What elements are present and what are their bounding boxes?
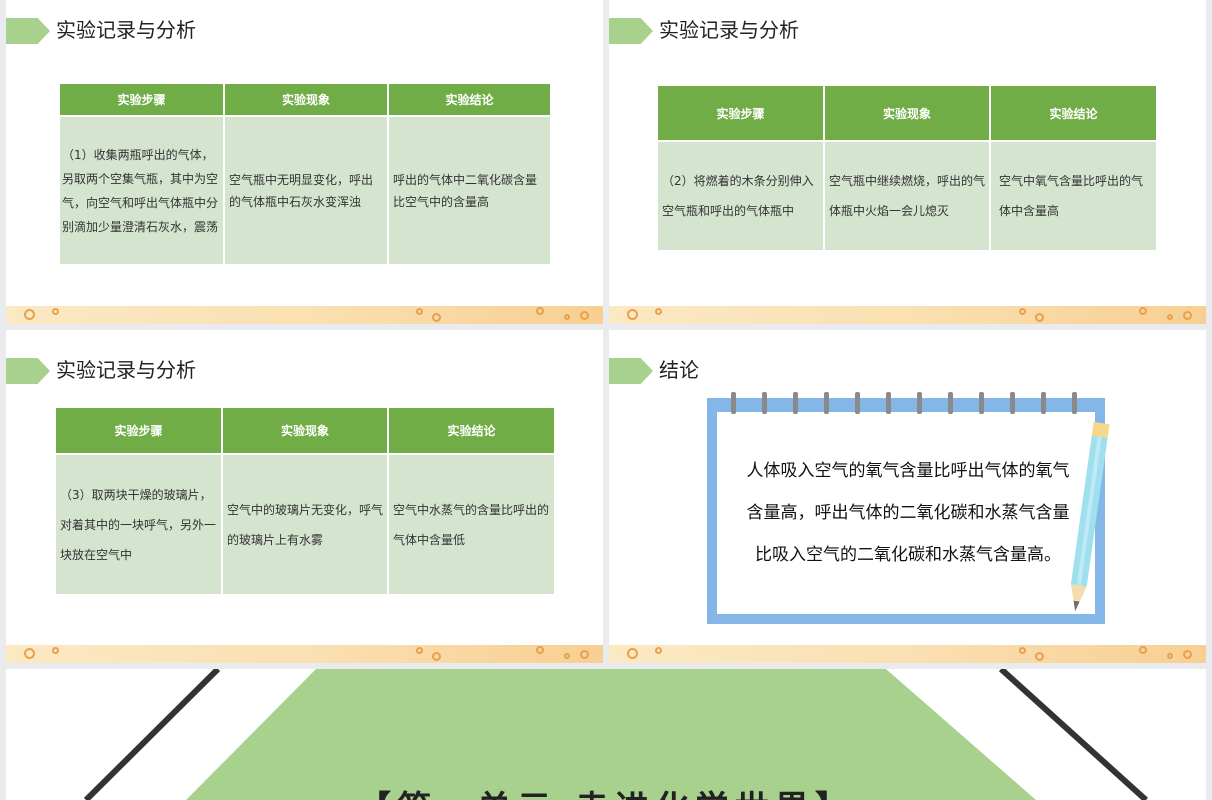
slide-4[interactable]: 结论 人体吸入空气的氧气含量比呼出气体的氧气含量高，呼出气体的二氧化碳和水蒸气含… <box>609 330 1206 663</box>
slide-title: 实验记录与分析 <box>56 358 196 382</box>
ring-decoration <box>1167 314 1173 320</box>
header-phenomenon: 实验现象 <box>824 86 991 142</box>
header-steps: 实验步骤 <box>658 86 825 142</box>
ring-decoration <box>580 650 589 659</box>
footer-band <box>6 306 603 324</box>
notebook-page: 人体吸入空气的氧气含量比呼出气体的氧气含量高，呼出气体的二氧化碳和水蒸气含量比吸… <box>717 412 1095 614</box>
slide-3[interactable]: 实验记录与分析 实验步骤 实验现象 实验结论 （3）取两块干燥的玻璃片，对着其中… <box>6 330 603 663</box>
slide-title-bar: 实验记录与分析 <box>6 356 603 384</box>
ring-decoration <box>564 314 570 320</box>
ring-decoration <box>564 653 570 659</box>
experiment-table: 实验步骤 实验现象 实验结论 （1）收集两瓶呼出的气体，另取两个空集气瓶，其中为… <box>60 84 550 264</box>
header-conclusion: 实验结论 <box>990 86 1156 142</box>
experiment-table: 实验步骤 实验现象 实验结论 （3）取两块干燥的玻璃片，对着其中的一块呼气，另外… <box>56 408 554 594</box>
title-arrow-tag <box>609 358 653 384</box>
ring-decoration <box>1035 652 1044 661</box>
ring-decoration <box>1183 311 1192 320</box>
cell-phenomenon: 空气瓶中无明显变化，呼出的气体瓶中石灰水变浑浊 <box>224 116 389 264</box>
spiral-ring-icon <box>731 392 736 414</box>
header-steps: 实验步骤 <box>60 84 225 117</box>
ring-decoration <box>416 308 423 315</box>
header-conclusion: 实验结论 <box>388 84 550 117</box>
cell-step: （3）取两块干燥的玻璃片，对着其中的一块呼气，另外一块放在空气中 <box>56 454 223 594</box>
conclusion-text: 人体吸入空气的氧气含量比呼出气体的氧气含量高，呼出气体的二氧化碳和水蒸气含量比吸… <box>746 461 1070 565</box>
experiment-table: 实验步骤 实验现象 实验结论 （2）将燃着的木条分别伸入空气瓶和呼出的气体瓶中 … <box>658 86 1156 250</box>
footer-band <box>6 645 603 663</box>
header-conclusion: 实验结论 <box>388 408 554 455</box>
ring-decoration <box>24 648 35 659</box>
spiral-ring-icon <box>855 392 860 414</box>
ring-decoration <box>536 307 544 315</box>
cover-title: 【第一单元 走进化学世界】 <box>6 781 1206 800</box>
slide-1[interactable]: 实验记录与分析 实验步骤 实验现象 实验结论 （1）收集两瓶呼出的气体，另取两个… <box>6 0 603 324</box>
spiral-ring-icon <box>979 392 984 414</box>
title-arrow-tag <box>6 358 50 384</box>
slide-5-cover[interactable]: 【第一单元 走进化学世界】 <box>6 669 1206 800</box>
notebook-card: 人体吸入空气的氧气含量比呼出气体的氧气含量高，呼出气体的二氧化碳和水蒸气含量比吸… <box>707 392 1105 624</box>
spiral-ring-icon <box>824 392 829 414</box>
cell-conclusion: 空气中水蒸气的含量比呼出的气体中含量低 <box>388 454 554 594</box>
slide-title: 实验记录与分析 <box>56 18 196 42</box>
ring-decoration <box>1167 653 1173 659</box>
ring-decoration <box>1183 650 1192 659</box>
header-phenomenon: 实验现象 <box>222 408 389 455</box>
slide-title: 结论 <box>659 358 699 382</box>
ring-decoration <box>52 647 59 654</box>
slide-title-bar: 实验记录与分析 <box>609 16 1206 44</box>
cell-conclusion: 空气中氧气含量比呼出的气体中含量高 <box>990 141 1156 250</box>
ring-decoration <box>1019 647 1026 654</box>
spiral-ring-icon <box>1072 392 1077 414</box>
spiral-ring-icon <box>793 392 798 414</box>
cell-phenomenon: 空气瓶中继续燃烧，呼出的气体瓶中火焰一会儿熄灭 <box>824 141 991 250</box>
header-steps: 实验步骤 <box>56 408 223 455</box>
spiral-ring-icon <box>886 392 891 414</box>
ring-decoration <box>536 646 544 654</box>
cell-step: （2）将燃着的木条分别伸入空气瓶和呼出的气体瓶中 <box>658 141 825 250</box>
slide-2[interactable]: 实验记录与分析 实验步骤 实验现象 实验结论 （2）将燃着的木条分别伸入空气瓶和… <box>609 0 1206 324</box>
spiral-ring-icon <box>948 392 953 414</box>
ring-decoration <box>52 308 59 315</box>
ring-decoration <box>24 309 35 320</box>
spiral-ring-icon <box>1010 392 1015 414</box>
footer-band <box>609 306 1206 324</box>
ring-decoration <box>1035 313 1044 322</box>
slide-title-bar: 结论 <box>609 356 1206 384</box>
slide-title-bar: 实验记录与分析 <box>6 16 603 44</box>
ring-decoration <box>1139 307 1147 315</box>
ring-decoration <box>627 648 638 659</box>
ring-decoration <box>432 652 441 661</box>
ring-decoration <box>655 647 662 654</box>
spiral-ring-icon <box>1041 392 1046 414</box>
ring-decoration <box>416 647 423 654</box>
title-arrow-tag <box>6 18 50 44</box>
slide-title: 实验记录与分析 <box>659 18 799 42</box>
spiral-ring-icon <box>762 392 767 414</box>
spiral-ring-icon <box>917 392 922 414</box>
ring-decoration <box>1139 646 1147 654</box>
ring-decoration <box>580 311 589 320</box>
header-phenomenon: 实验现象 <box>224 84 389 117</box>
ring-decoration <box>432 313 441 322</box>
ring-decoration <box>627 309 638 320</box>
cell-conclusion: 呼出的气体中二氧化碳含量比空气中的含量高 <box>388 116 550 264</box>
title-arrow-tag <box>609 18 653 44</box>
ring-decoration <box>655 308 662 315</box>
cell-step: （1）收集两瓶呼出的气体，另取两个空集气瓶，其中为空气，向空气和呼出气体瓶中分别… <box>60 116 225 264</box>
cell-phenomenon: 空气中的玻璃片无变化，呼气的玻璃片上有水雾 <box>222 454 389 594</box>
ring-decoration <box>1019 308 1026 315</box>
footer-band <box>609 645 1206 663</box>
